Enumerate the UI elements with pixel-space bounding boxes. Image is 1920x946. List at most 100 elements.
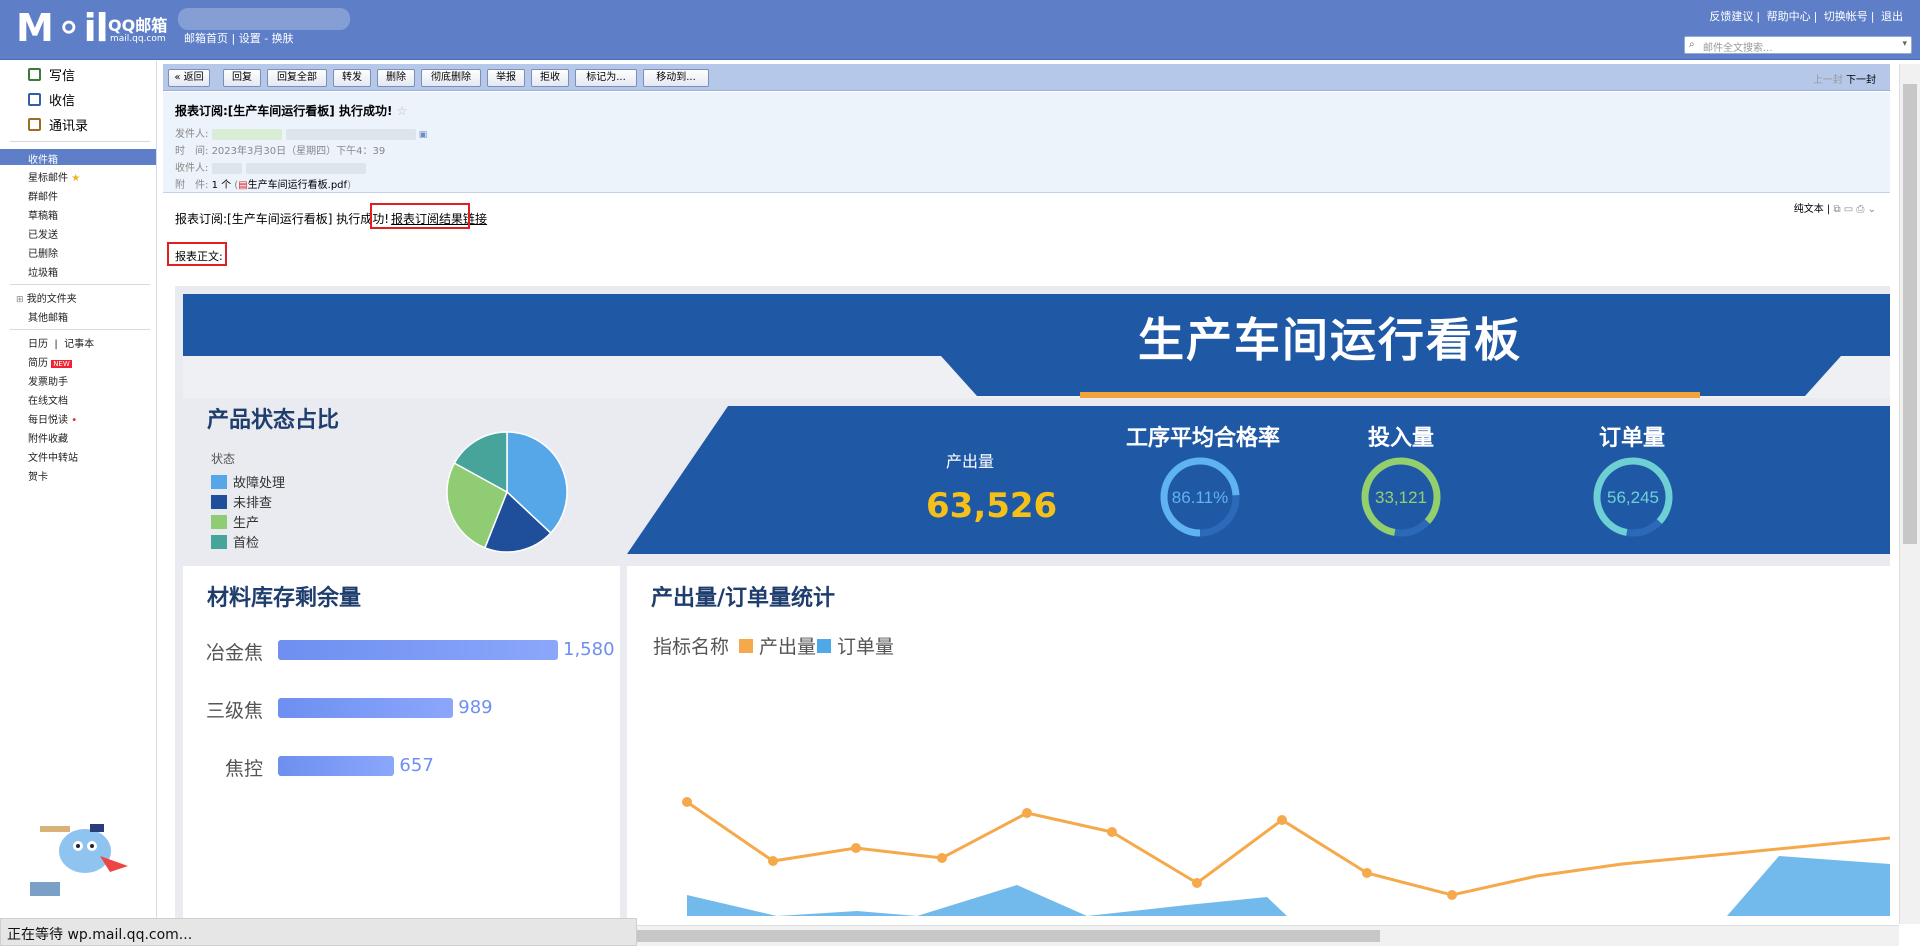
header-links[interactable]: 邮箱首页 | 设置 - 换肤 <box>184 30 294 46</box>
contacts-icon <box>28 118 41 131</box>
reply-button[interactable]: 回复 <box>223 69 261 87</box>
sender-row: 发件人: ▣ <box>175 128 428 140</box>
reject-button[interactable]: 拒收 <box>531 69 569 87</box>
feedback-link[interactable]: 反馈建议 <box>1709 10 1753 23</box>
sidebar-item-spam[interactable]: 垃圾箱 <box>28 264 58 279</box>
panel-title: 产品状态占比 <box>207 408 340 433</box>
time-value: 2023年3月30日（星期四）下午4：39 <box>211 146 386 157</box>
sidebar-item-attachments[interactable]: 附件收藏 <box>28 430 68 445</box>
sidebar-item-starred[interactable]: 星标邮件 ★ <box>28 169 80 184</box>
receive-button[interactable]: 收信 <box>28 90 75 109</box>
legend-title: 状态 <box>211 452 236 466</box>
rate-gauge: 86.11% <box>1160 457 1240 537</box>
logo-text: M⚬il <box>16 6 109 50</box>
rate-value: 86.11% <box>1172 488 1228 507</box>
contacts-label: 通讯录 <box>49 119 89 134</box>
forward-button[interactable]: 转发 <box>333 69 371 87</box>
sidebar-item-cards[interactable]: 贺卡 <box>28 468 48 483</box>
recipient-blurred <box>211 162 242 174</box>
mark-as-dropdown[interactable]: 标记为... <box>575 69 637 87</box>
body-text: 报表订阅:[生产车间运行看板] 执行成功! <box>175 212 390 226</box>
mail-read-pane: « 返回 回复 回复全部 转发 删除 彻底删除 举报 拒收 标记为... 移动到… <box>163 64 1890 926</box>
compose-button[interactable]: 写信 <box>28 65 75 84</box>
legend-item: 生产 <box>211 512 259 531</box>
sidebar-item-sent[interactable]: 已发送 <box>28 226 58 241</box>
output-order-panel: 产出量/订单量统计 指标名称 产出量 订单量 <box>627 566 1890 926</box>
star-icon: ★ <box>71 173 81 184</box>
top-header: M⚬il QQ邮箱 mail.qq.com 邮箱首页 | 设置 - 换肤 反馈建… <box>0 0 1920 60</box>
sidebar: 写信 收信 通讯录 收件箱 星标邮件 ★ 群邮件 草稿箱 已发送 已删除 垃圾箱… <box>0 61 157 921</box>
view-options-icon[interactable]: ⧉ ▭ ⎙ ⌄ <box>1833 204 1876 215</box>
account-name-blurred <box>178 8 350 30</box>
logout-link[interactable]: 退出 <box>1881 10 1903 23</box>
sidebar-item-group[interactable]: 群邮件 <box>28 188 58 203</box>
bar-value-label: 1,580 <box>563 639 615 660</box>
chevron-down-icon[interactable]: ▾ <box>1902 39 1907 49</box>
mail-search-input[interactable]: ⌕ 邮件全文搜索... ▾ <box>1684 36 1912 54</box>
expand-plus-icon: ⊞ <box>16 295 24 305</box>
star-outline-icon[interactable]: ☆ <box>397 104 408 118</box>
output-line-series <box>686 800 1890 897</box>
plain-text-toggle[interactable]: 纯文本 | ⧉ ▭ ⎙ ⌄ <box>1794 200 1876 215</box>
sidebar-item-file-transfer[interactable]: 文件中转站 <box>28 449 78 464</box>
switch-account-link[interactable]: 切换帐号 <box>1824 10 1868 23</box>
contacts-button[interactable]: 通讯录 <box>28 115 88 134</box>
prev-mail-link[interactable]: 上一封 <box>1813 75 1843 86</box>
mail-subject: 报表订阅:[生产车间运行看板] 执行成功! ☆ <box>175 104 408 118</box>
order-gauge: 56,245 <box>1593 457 1673 537</box>
help-link[interactable]: 帮助中心 <box>1767 10 1811 23</box>
attachment-row: 附 件: 1 个 (▤生产车间运行看板.pdf) <box>175 180 351 191</box>
input-value: 33,121 <box>1375 488 1427 507</box>
back-button[interactable]: « 返回 <box>168 69 210 87</box>
input-gauge: 33,121 <box>1361 457 1441 537</box>
input-label: 投入量 <box>1368 426 1435 451</box>
delete-button[interactable]: 删除 <box>377 69 415 87</box>
next-mail-link[interactable]: 下一封 <box>1846 75 1876 86</box>
contact-card-icon[interactable]: ▣ <box>419 130 428 140</box>
report-button[interactable]: 举报 <box>487 69 525 87</box>
horizontal-scrollbar[interactable] <box>580 925 1899 946</box>
output-points <box>682 797 1457 900</box>
sender-addr-blurred <box>285 128 416 140</box>
vertical-scroll-thumb[interactable] <box>1903 84 1917 544</box>
move-to-dropdown[interactable]: 移动到... <box>643 69 709 87</box>
new-badge: NEW <box>51 360 72 368</box>
sidebar-item-my-folders[interactable]: ⊞ 我的文件夹 <box>16 290 77 305</box>
sidebar-item-deleted[interactable]: 已删除 <box>28 245 58 260</box>
sidebar-item-invoice[interactable]: 发票助手 <box>28 373 68 388</box>
browser-status-bar: 正在等待 wp.mail.qq.com... <box>0 918 637 946</box>
reply-all-button[interactable]: 回复全部 <box>267 69 327 87</box>
output-value: 63,526 <box>926 486 1058 526</box>
sidebar-item-resume[interactable]: 简历 NEW <box>28 354 72 369</box>
legend-title: 指标名称 <box>653 636 730 658</box>
inbox-tray-icon <box>28 93 41 106</box>
sidebar-item-inbox[interactable]: 收件箱 <box>0 149 156 166</box>
panel-title: 产出量/订单量统计 <box>651 586 836 611</box>
output-label: 产出量 <box>946 452 995 471</box>
output-order-line-chart <box>682 797 1890 916</box>
sidebar-item-drafts[interactable]: 草稿箱 <box>28 207 58 222</box>
rate-label: 工序平均合格率 <box>1126 426 1281 451</box>
brand-name: QQ邮箱 <box>108 16 168 35</box>
sidebar-item-calendar-notes[interactable]: 日历 | 记事本 <box>28 335 94 350</box>
horizontal-scroll-thumb[interactable] <box>580 930 1380 942</box>
mail-logo[interactable]: M⚬il QQ邮箱 mail.qq.com <box>16 6 167 50</box>
time-row: 时 间: 2023年3月30日（星期四）下午4：39 <box>175 146 386 157</box>
legend-item-order: 订单量 <box>817 632 894 659</box>
status-pie-chart <box>446 431 568 553</box>
dashboard-image: 生产车间运行看板 产品状态占比 状态 故障处理 未排查 生产 首检 产出量 63… <box>175 286 1890 926</box>
delete-permanently-button[interactable]: 彻底删除 <box>421 69 481 87</box>
attachment-link[interactable]: 生产车间运行看板.pdf <box>248 180 347 191</box>
bar-category-label: 冶金焦 <box>205 642 263 664</box>
panel-title: 材料库存剩余量 <box>207 586 362 611</box>
sidebar-item-other-mailbox[interactable]: 其他邮箱 <box>28 309 68 324</box>
sidebar-item-daily-read[interactable]: 每日悦读 • <box>28 411 77 426</box>
bar-value-label: 657 <box>399 755 434 776</box>
search-placeholder: 邮件全文搜索... <box>1703 43 1773 54</box>
order-area-series <box>687 885 1287 916</box>
vertical-scrollbar[interactable] <box>1899 64 1920 924</box>
sidebar-item-docs[interactable]: 在线文档 <box>28 392 68 407</box>
inventory-bar <box>278 698 454 718</box>
sender-name-blurred <box>211 128 282 140</box>
recipient-row: 收件人: <box>175 159 366 174</box>
